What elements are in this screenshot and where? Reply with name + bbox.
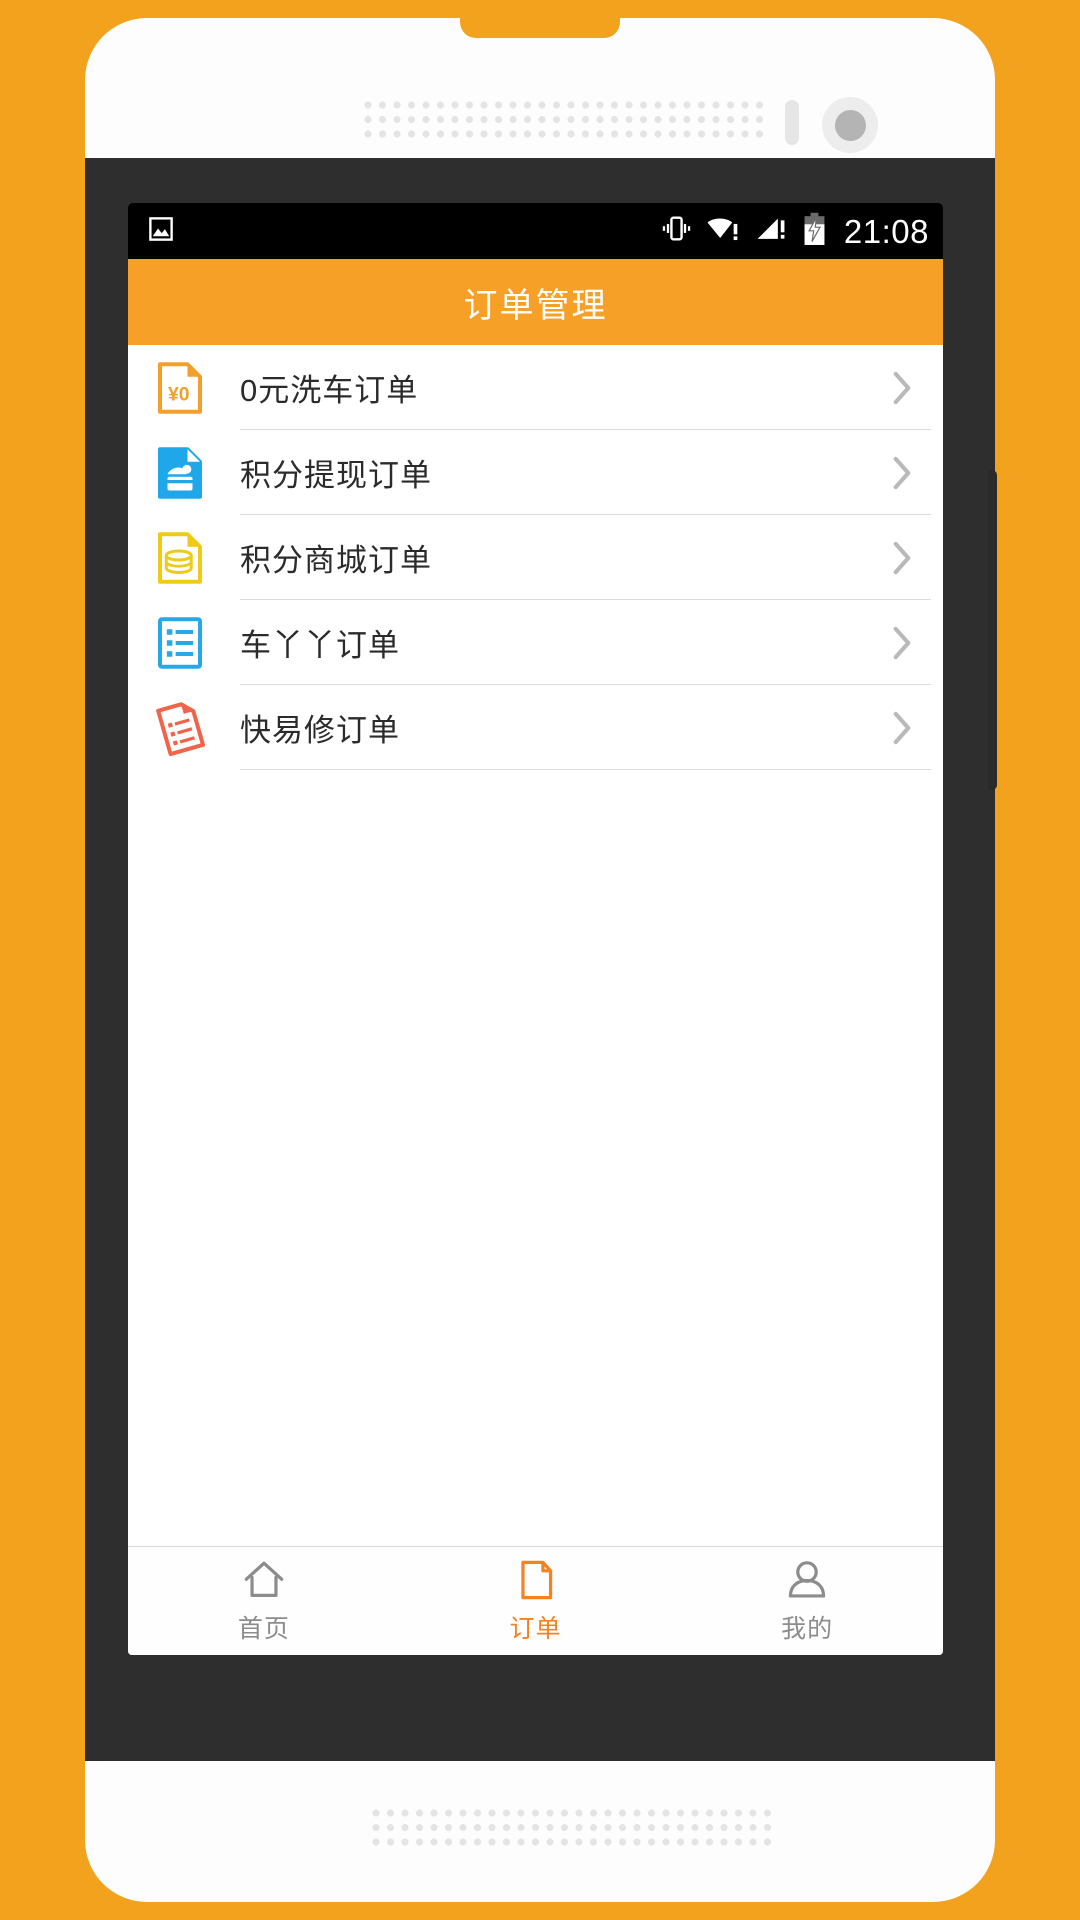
status-bar-clock: 21:08 bbox=[843, 212, 929, 250]
tab-profile[interactable]: 我的 bbox=[671, 1547, 943, 1655]
frame-top-notch bbox=[460, 16, 620, 38]
wifi-warning-icon bbox=[706, 212, 742, 250]
home-icon bbox=[241, 1557, 287, 1603]
list-item-zero-yuan-carwash[interactable]: ¥0 0元洗车订单 bbox=[128, 345, 943, 430]
kuaiyixiu-tilted-list-doc-icon bbox=[150, 698, 210, 758]
chevron-right-icon bbox=[891, 624, 913, 662]
earpiece-speaker-grille bbox=[363, 100, 763, 144]
app-title-bar: 订单管理 bbox=[128, 259, 943, 345]
tab-home[interactable]: 首页 bbox=[128, 1547, 400, 1655]
side-power-button[interactable] bbox=[988, 470, 997, 790]
zero-yuan-carwash-doc-icon: ¥0 bbox=[150, 358, 210, 418]
list-item-label: 车丫丫订单 bbox=[240, 628, 400, 663]
document-icon bbox=[513, 1557, 559, 1603]
chevron-right-icon bbox=[891, 454, 913, 492]
points-withdraw-card-doc-icon bbox=[150, 443, 210, 503]
chevron-right-icon bbox=[891, 539, 913, 577]
tab-profile-label: 我的 bbox=[781, 1615, 834, 1643]
cell-signal-warning-icon bbox=[755, 212, 788, 250]
front-camera-lens bbox=[834, 109, 866, 141]
home-speaker-grille bbox=[371, 1808, 771, 1852]
order-type-list: ¥0 0元洗车订单 积分提现订单 积分商城订单 车丫丫订单 快易修订单 bbox=[128, 345, 943, 1546]
list-item-label: 快易修订单 bbox=[240, 713, 400, 748]
status-bar-right-icons: 21:08 bbox=[660, 212, 929, 251]
cheyaya-list-doc-icon bbox=[150, 613, 210, 673]
battery-charging-icon bbox=[801, 212, 828, 251]
chevron-right-icon bbox=[891, 709, 913, 747]
status-bar: 21:08 bbox=[128, 203, 943, 259]
tab-home-label: 首页 bbox=[237, 1615, 290, 1643]
proximity-sensor bbox=[785, 100, 799, 145]
points-mall-database-doc-icon bbox=[150, 528, 210, 588]
list-item-label: 积分商城订单 bbox=[240, 543, 432, 578]
person-icon bbox=[784, 1557, 830, 1603]
tab-orders-label: 订单 bbox=[509, 1615, 562, 1643]
front-camera bbox=[822, 97, 878, 153]
list-item-label: 积分提现订单 bbox=[240, 458, 432, 493]
list-item-points-withdraw[interactable]: 积分提现订单 bbox=[128, 430, 943, 515]
vibrate-icon bbox=[660, 212, 693, 250]
list-item-cheyaya[interactable]: 车丫丫订单 bbox=[128, 600, 943, 685]
list-item-kuaiyixiu[interactable]: 快易修订单 bbox=[128, 685, 943, 770]
phone-screen: 21:08 订单管理 ¥0 0元洗车订单 积分提现订单 积分商城订单 车丫丫订单… bbox=[128, 203, 943, 1655]
list-item-label: 0元洗车订单 bbox=[240, 373, 419, 408]
svg-text:¥0: ¥0 bbox=[168, 383, 190, 405]
image-notification-icon bbox=[146, 214, 176, 249]
tab-orders[interactable]: 订单 bbox=[400, 1547, 672, 1655]
status-bar-left-icons bbox=[146, 214, 176, 249]
chevron-right-icon bbox=[891, 369, 913, 407]
page-title: 订单管理 bbox=[463, 286, 608, 325]
list-item-points-mall[interactable]: 积分商城订单 bbox=[128, 515, 943, 600]
list-divider bbox=[240, 769, 931, 770]
bottom-tab-bar: 首页 订单 我的 bbox=[128, 1546, 943, 1655]
